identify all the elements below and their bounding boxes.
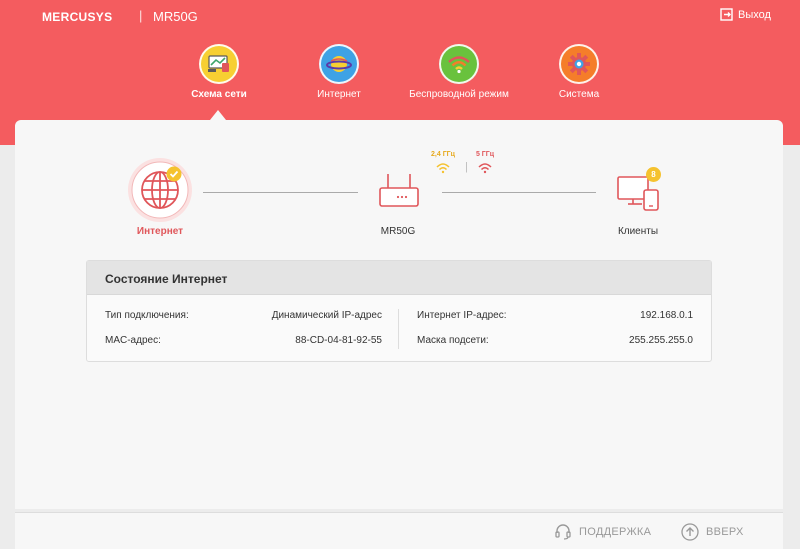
connection-type-label: Тип подключения: (105, 310, 189, 321)
support-label: ПОДДЕРЖКА (579, 526, 652, 538)
nav-network-map[interactable]: Схема сети (164, 44, 274, 101)
mac-value: 88-CD-04-81-92-55 (295, 335, 382, 346)
support-link[interactable]: ПОДДЕРЖКА (554, 523, 651, 541)
check-icon (166, 166, 182, 182)
logout-label: Выход (738, 8, 771, 21)
logout-icon (720, 8, 733, 21)
internet-status-panel: Состояние Интернет Тип подключения: Дина… (86, 260, 712, 362)
nav-system[interactable]: Система (524, 44, 634, 101)
internet-node-label: Интернет (136, 226, 184, 237)
logout-button[interactable]: Выход (720, 8, 771, 21)
brand-logo: MERCUSYS (42, 10, 113, 24)
ip-label: Интернет IP-адрес: (417, 310, 507, 321)
footer-bar: ПОДДЕРЖКА ВВЕРХ (15, 512, 783, 549)
model-name: MR50G (153, 9, 198, 24)
brand-separator: | (139, 8, 143, 23)
network-map-icon (199, 44, 239, 84)
nav-wireless[interactable]: Беспроводной режим (404, 44, 514, 101)
nav-wireless-label: Беспроводной режим (409, 89, 509, 100)
mask-label: Маска подсети: (417, 335, 489, 346)
band-5-label: 5 ГГц (475, 151, 495, 158)
router-node-label: MR50G (380, 226, 416, 237)
internet-globe-icon (128, 158, 192, 222)
link-line-right (442, 192, 596, 193)
band-separator: | (465, 161, 468, 173)
gear-icon (559, 44, 599, 84)
nav-internet[interactable]: Интернет (284, 44, 394, 101)
mac-label: MAC-адрес: (105, 335, 161, 346)
internet-node[interactable] (126, 156, 194, 224)
status-column-divider (398, 309, 399, 349)
router-node[interactable] (378, 171, 420, 211)
clients-node-label: Клиенты (617, 226, 659, 237)
wifi-5-icon[interactable] (478, 162, 492, 174)
active-tab-pointer (210, 110, 226, 120)
router-icon (379, 174, 419, 207)
clients-count-badge: 8 (646, 167, 661, 182)
back-to-top-link[interactable]: ВВЕРХ (681, 523, 744, 541)
band-24-label: 2,4 ГГц (431, 151, 455, 158)
nav-network-map-label: Схема сети (191, 89, 247, 100)
wifi-24-icon[interactable] (436, 162, 450, 174)
status-title: Состояние Интернет (87, 261, 711, 295)
link-line-left (203, 192, 358, 193)
wifi-icon (439, 44, 479, 84)
connection-type-value: Динамический IP-адрес (271, 310, 382, 321)
top-label: ВВЕРХ (706, 526, 744, 538)
ip-value: 192.168.0.1 (640, 310, 693, 321)
headset-icon (555, 524, 571, 540)
nav-internet-label: Интернет (317, 89, 361, 100)
arrow-up-circle-icon (681, 523, 699, 541)
clients-node[interactable]: 8 (615, 167, 663, 214)
globe-planet-icon (319, 44, 359, 84)
nav-system-label: Система (558, 89, 600, 100)
mask-value: 255.255.255.0 (629, 335, 693, 346)
